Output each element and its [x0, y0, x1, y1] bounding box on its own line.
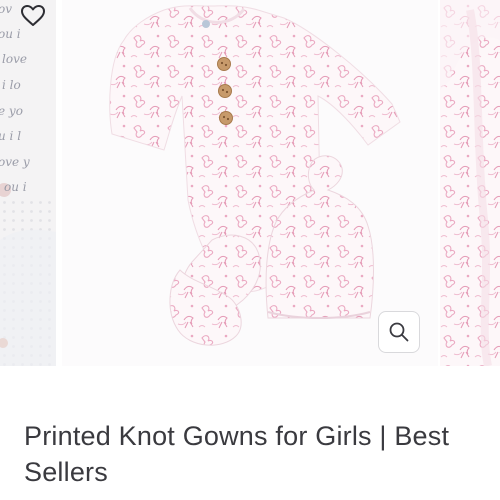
zoom-button[interactable]: [378, 311, 420, 353]
gallery-slide-previous[interactable]: ov ou i love i lo e yo u i l ove y ou i: [0, 0, 56, 366]
script-line: e yo: [0, 104, 23, 118]
product-title[interactable]: Printed Knot Gowns for Girls | Best Sell…: [24, 418, 476, 490]
script-line: ove y: [0, 155, 30, 169]
script-line: ov: [0, 2, 12, 16]
magnifier-icon: [389, 322, 409, 342]
gallery-slide-next[interactable]: [440, 0, 500, 366]
script-line: ou i: [4, 180, 27, 194]
gallery-slide-current[interactable]: [62, 0, 438, 366]
script-line: ou i: [0, 27, 21, 41]
product-image-carousel[interactable]: ov ou i love i lo e yo u i l ove y ou i: [0, 0, 500, 366]
script-line: i lo: [2, 78, 21, 92]
script-line: love: [2, 52, 27, 66]
favorite-heart-icon[interactable]: [20, 4, 46, 28]
script-blanket-photo: ov ou i love i lo e yo u i l ove y ou i: [0, 0, 56, 366]
script-line: u i l: [0, 129, 21, 143]
product-photo-next: [440, 0, 500, 366]
